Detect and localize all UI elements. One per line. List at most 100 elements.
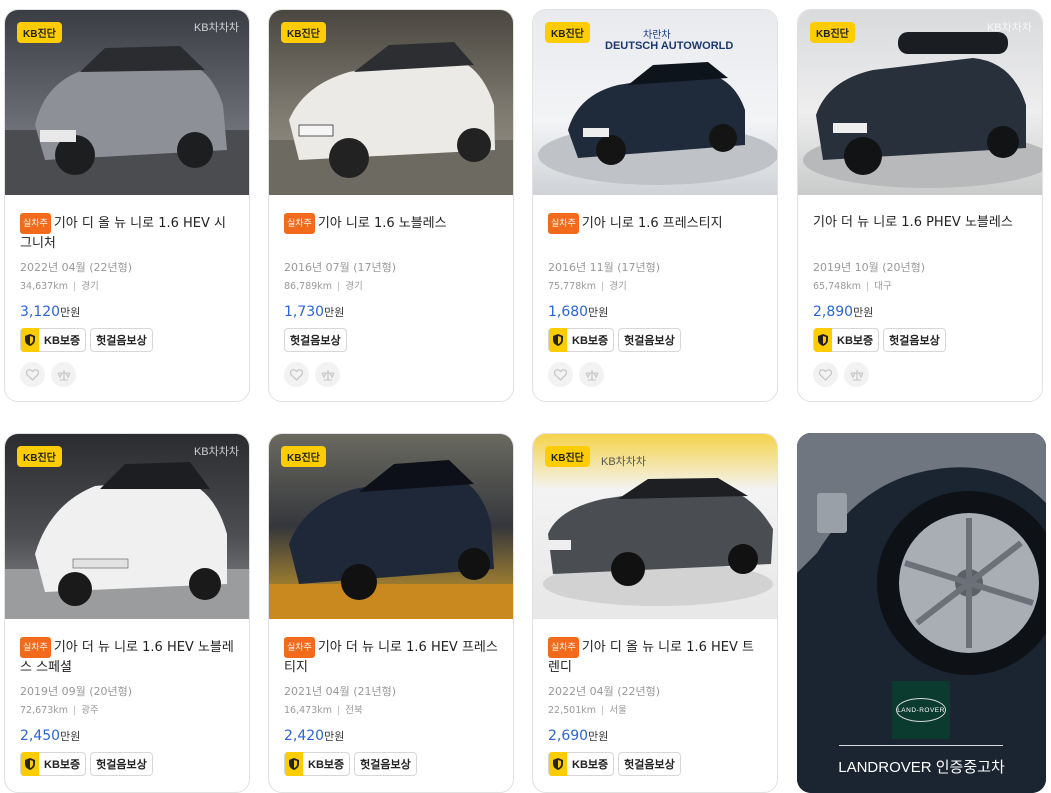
owner-tag: 실차주	[20, 637, 51, 658]
car-photo[interactable]: KB진단 KB차차차	[798, 10, 1042, 195]
price-unit: 만원	[60, 306, 81, 319]
car-mileage-region: 34,637km | 경기	[20, 281, 99, 292]
car-card[interactable]: KB진단 실차주 기아 니로 1.6 노블레스 2016년 07월 (17년형) …	[268, 9, 514, 402]
landrover-ad-banner[interactable]: LAND-ROVER LANDROVER 인증중고차	[797, 433, 1046, 793]
car-price: 2,420만원	[284, 728, 498, 744]
car-title-text: 기아 니로 1.6 프레스티지	[581, 216, 723, 231]
car-mileage: 75,778km	[548, 281, 596, 292]
landrover-logo-text: LAND-ROVER	[897, 706, 945, 714]
car-mileage-region: 65,748km | 대구	[813, 281, 892, 292]
car-mileage: 86,789km	[284, 281, 332, 292]
compare-scale-icon[interactable]	[51, 362, 76, 387]
car-year: 2019년 09월 (20년형)	[20, 685, 133, 698]
kb-warranty-chip: KB보증	[284, 752, 351, 776]
car-photo[interactable]: KB진단 차란차 DEUTSCH AUTOWORLD	[533, 10, 777, 195]
kb-diagnosis-badge: KB진단	[281, 22, 326, 43]
car-photo[interactable]: KB진단 KB차차차	[533, 434, 777, 619]
kb-diagnosis-badge: KB진단	[17, 446, 62, 467]
wasted-trip-chip: 헛걸음보상	[354, 752, 417, 776]
car-title[interactable]: 실차주 기아 디 올 뉴 니로 1.6 HEV 트렌디	[548, 637, 762, 677]
watermark: KB차차차	[193, 446, 239, 458]
kb-diagnosis-badge: KB진단	[545, 22, 590, 43]
price-unit: 만원	[588, 730, 609, 743]
car-year: 2016년 11월 (17년형)	[548, 261, 661, 274]
shield-icon	[21, 328, 39, 352]
car-region: 전북	[345, 705, 363, 716]
car-title-text: 기아 디 올 뉴 니로 1.6 HEV 시그니처	[20, 216, 227, 251]
heart-icon[interactable]	[548, 362, 573, 387]
car-title[interactable]: 실차주 기아 더 뉴 니로 1.6 HEV 프레스티지	[284, 637, 498, 677]
kb-warranty-label: KB보증	[44, 759, 81, 771]
wasted-trip-chip: 헛걸음보상	[284, 328, 347, 352]
kb-warranty-label: KB보증	[44, 335, 81, 347]
dealer-sign: DEUTSCH AUTOWORLD	[605, 40, 734, 52]
heart-icon[interactable]	[20, 362, 45, 387]
car-title[interactable]: 실차주 기아 니로 1.6 프레스티지	[548, 213, 762, 253]
price-value: 1,730	[284, 304, 325, 320]
car-mileage: 72,673km	[20, 705, 68, 716]
car-price: 1,730만원	[284, 304, 498, 320]
car-card[interactable]: KB진단 KB차차차 실차주 기아 디 올 뉴 니로 1.6 HEV 시그니처 2…	[4, 9, 250, 402]
car-year: 2021년 04월 (21년형)	[284, 685, 397, 698]
wasted-trip-chip: 헛걸음보상	[90, 752, 153, 776]
car-photo[interactable]: KB진단	[269, 10, 513, 195]
price-unit: 만원	[324, 730, 345, 743]
car-title-text: 기아 디 올 뉴 니로 1.6 HEV 트렌디	[548, 640, 755, 675]
watermark: KB차차차	[986, 22, 1032, 34]
car-price: 3,120만원	[20, 304, 234, 320]
car-price: 2,890만원	[813, 304, 1027, 320]
kb-diagnosis-badge: KB진단	[810, 22, 855, 43]
car-card[interactable]: KB진단 KB차차차 실차주 기아 더 뉴 니로 1.6 HEV 노블레스 스페셜…	[4, 433, 250, 793]
car-price: 1,680만원	[548, 304, 762, 320]
car-region: 광주	[81, 705, 99, 716]
car-photo[interactable]: KB진단 KB차차차	[5, 10, 249, 195]
owner-tag: 실차주	[20, 213, 51, 234]
car-region: 대구	[874, 281, 892, 292]
car-card[interactable]: KB진단 KB차차차 기아 더 뉴 니로 1.6 PHEV 노블레스 2019년…	[797, 9, 1043, 402]
car-year: 2022년 04월 (22년형)	[20, 261, 133, 274]
car-region: 경기	[81, 281, 99, 292]
watermark: KB차차차	[601, 456, 647, 468]
compare-scale-icon[interactable]	[844, 362, 869, 387]
car-title[interactable]: 기아 더 뉴 니로 1.6 PHEV 노블레스	[813, 213, 1027, 253]
shield-icon	[285, 752, 303, 776]
car-mileage-region: 72,673km | 광주	[20, 705, 99, 716]
car-title-text: 기아 더 뉴 니로 1.6 PHEV 노블레스	[813, 215, 1013, 230]
car-title-text: 기아 더 뉴 니로 1.6 HEV 프레스티지	[284, 640, 498, 675]
ad-caption: LANDROVER 인증중고차	[838, 759, 1005, 776]
kb-diagnosis-badge: KB진단	[281, 446, 326, 467]
wasted-trip-chip: 헛걸음보상	[90, 328, 153, 352]
kb-warranty-chip: KB보증	[813, 328, 880, 352]
car-title[interactable]: 실차주 기아 더 뉴 니로 1.6 HEV 노블레스 스페셜	[20, 637, 234, 677]
compare-scale-icon[interactable]	[579, 362, 604, 387]
price-unit: 만원	[588, 306, 609, 319]
listing-grid: KB진단 KB차차차 실차주 기아 디 올 뉴 니로 1.6 HEV 시그니처 2…	[0, 0, 1051, 793]
car-card[interactable]: KB진단 실차주 기아 더 뉴 니로 1.6 HEV 프레스티지 2021년 04…	[268, 433, 514, 793]
heart-icon[interactable]	[284, 362, 309, 387]
kb-warranty-label: KB보증	[572, 759, 609, 771]
car-region: 서울	[609, 705, 627, 716]
car-mileage-region: 16,473km | 전북	[284, 705, 363, 716]
kb-warranty-label: KB보증	[308, 759, 345, 771]
kb-warranty-label: KB보증	[572, 335, 609, 347]
car-title-text: 기아 니로 1.6 노블레스	[317, 216, 447, 231]
car-card[interactable]: KB진단 KB차차차 실차주 기아 디 올 뉴 니로 1.6 HEV 트렌디 20…	[532, 433, 778, 793]
car-title[interactable]: 실차주 기아 디 올 뉴 니로 1.6 HEV 시그니처	[20, 213, 234, 253]
kb-warranty-chip: KB보증	[20, 328, 87, 352]
price-value: 1,680	[548, 304, 589, 320]
car-mileage-region: 86,789km | 경기	[284, 281, 363, 292]
car-mileage: 22,501km	[548, 705, 596, 716]
ad-wheel-image	[797, 433, 1046, 793]
kb-warranty-label: KB보증	[837, 335, 874, 347]
compare-scale-icon[interactable]	[315, 362, 340, 387]
car-photo[interactable]: KB진단	[269, 434, 513, 619]
car-photo[interactable]: KB진단 KB차차차	[5, 434, 249, 619]
dealer-sign-small: 차란차	[643, 30, 671, 41]
car-card[interactable]: KB진단 차란차 DEUTSCH AUTOWORLD 실차주 기아 니로 1.6 …	[532, 9, 778, 402]
car-mileage-region: 75,778km | 경기	[548, 281, 627, 292]
car-mileage-region: 22,501km | 서울	[548, 705, 627, 716]
car-region: 경기	[609, 281, 627, 292]
car-title[interactable]: 실차주 기아 니로 1.6 노블레스	[284, 213, 498, 253]
landrover-logo: LAND-ROVER	[892, 681, 950, 739]
heart-icon[interactable]	[813, 362, 838, 387]
